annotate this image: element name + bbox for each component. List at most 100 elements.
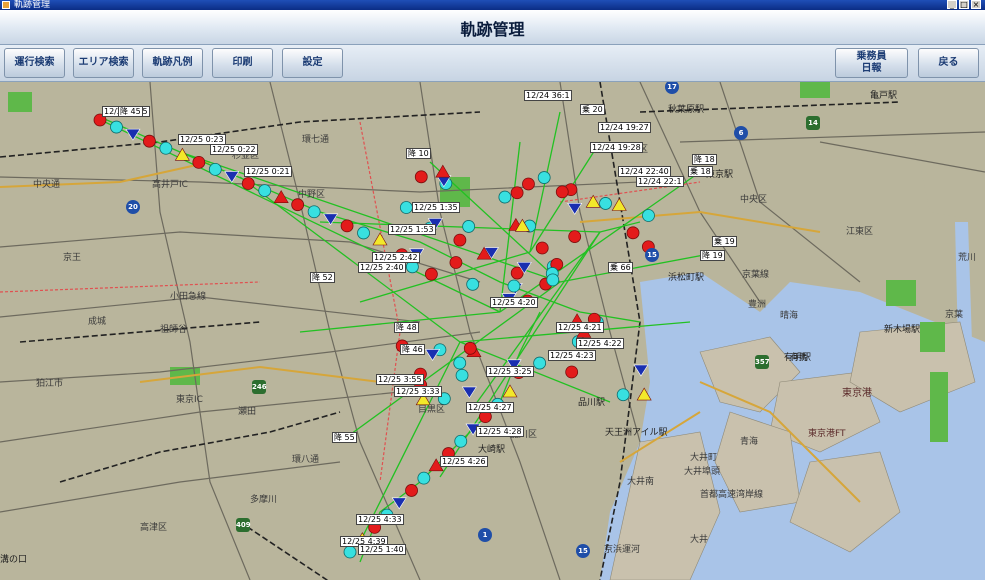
pickup-marker[interactable]	[565, 365, 579, 379]
place-label: 京王	[63, 253, 82, 263]
vehicle-tag[interactable]: 降 18	[692, 154, 717, 165]
close-button[interactable]: ×	[971, 0, 981, 9]
vehicle-tag[interactable]: 12/24 36:1	[524, 90, 572, 101]
pickup-marker[interactable]	[405, 484, 418, 497]
vehicle-tag[interactable]: 12/24 22:1	[636, 176, 684, 187]
pickup-marker[interactable]	[522, 177, 535, 191]
vehicle-tag[interactable]: 降 19	[700, 250, 725, 261]
maximize-button[interactable]: □	[959, 0, 969, 9]
driver-daily-report-label-1: 乗務員	[856, 51, 887, 62]
empty-car-marker[interactable]	[599, 197, 612, 210]
vehicle-tag[interactable]: 12/25 4:27	[466, 402, 514, 413]
pickup-marker[interactable]	[143, 134, 156, 148]
pickup-marker[interactable]	[340, 219, 354, 233]
pickup-marker[interactable]	[241, 177, 255, 190]
pickup-marker[interactable]	[568, 230, 582, 243]
vehicle-tag[interactable]: 12/25 4:33	[356, 514, 404, 525]
empty-car-marker[interactable]	[453, 356, 467, 370]
back-button[interactable]: 戻る	[918, 48, 979, 78]
settings-button[interactable]: 設定	[282, 48, 343, 78]
vehicle-tag[interactable]: 12/25 4:21	[556, 322, 604, 333]
empty-car-marker[interactable]	[357, 226, 370, 240]
vehicle-tag[interactable]: 降 52	[310, 272, 335, 283]
station-label: 溝の口	[0, 555, 28, 565]
map-canvas	[0, 82, 985, 580]
empty-car-marker[interactable]	[208, 163, 222, 176]
empty-car-marker[interactable]	[537, 171, 551, 184]
empty-car-marker[interactable]	[616, 388, 630, 402]
place-label: 京葉	[945, 310, 964, 320]
pickup-marker[interactable]	[555, 185, 569, 199]
pickup-marker[interactable]	[414, 170, 428, 184]
place-label: 目黒区	[418, 405, 446, 415]
empty-car-marker[interactable]	[642, 209, 655, 222]
vehicle-tag[interactable]: 12/25 1:53	[388, 224, 436, 235]
vehicle-tag[interactable]: 12/25 4:28	[476, 426, 524, 437]
vehicle-tag[interactable]: 乗 20	[580, 104, 605, 115]
vehicle-tag[interactable]: 降 48	[394, 322, 419, 333]
park-6	[930, 372, 948, 442]
vehicle-tag[interactable]: 乗 18	[688, 166, 713, 177]
track-legend-button[interactable]: 軌跡凡例	[142, 48, 203, 78]
empty-car-marker[interactable]	[110, 120, 123, 134]
pickup-marker[interactable]	[449, 256, 463, 269]
empty-car-marker[interactable]	[399, 201, 413, 214]
vehicle-tag[interactable]: 降 46	[400, 344, 425, 355]
empty-car-marker[interactable]	[159, 141, 173, 155]
vehicle-tag[interactable]: 12/25 1:35	[412, 202, 460, 213]
vehicle-tag[interactable]: 12/25 4:20	[490, 297, 538, 308]
print-button[interactable]: 印刷	[212, 48, 273, 78]
vehicle-tag[interactable]: 12/25 2:40	[358, 262, 406, 273]
trip-search-button[interactable]: 運行検索	[4, 48, 65, 78]
empty-car-marker[interactable]	[498, 190, 512, 204]
pickup-marker[interactable]	[626, 226, 640, 240]
track-map[interactable]: 中央通 高井戸IC 京王 成城 小田急線 祖師谷 環七通 杉並区 中野区 環八通…	[0, 82, 985, 580]
place-label: 京浜運河	[604, 545, 641, 555]
pickup-marker[interactable]	[192, 155, 206, 169]
empty-car-marker[interactable]	[466, 277, 480, 291]
vehicle-tag[interactable]: 12/25 4:23	[548, 350, 596, 361]
pickup-marker[interactable]	[463, 341, 477, 355]
empty-car-marker[interactable]	[462, 220, 476, 233]
area-search-button[interactable]: エリア検索	[73, 48, 134, 78]
vehicle-tag[interactable]: 12/24 19:27	[598, 122, 651, 133]
place-label: 高津区	[140, 523, 168, 533]
vehicle-tag[interactable]: 12/25 3:25	[486, 366, 534, 377]
place-label: 成城	[88, 317, 107, 327]
pickup-marker[interactable]	[424, 267, 438, 281]
vehicle-tag[interactable]: 12/25 3:55	[376, 374, 424, 385]
vehicle-tag[interactable]: 乗 19	[712, 236, 737, 247]
empty-car-marker[interactable]	[307, 205, 321, 219]
vehicle-tag[interactable]: 降 45	[118, 106, 143, 117]
vehicle-tag[interactable]: 12/25 4:26	[440, 456, 488, 467]
station-label: 浜松町駅	[668, 273, 705, 283]
place-label: 祖師谷	[160, 325, 188, 335]
empty-car-marker[interactable]	[258, 184, 272, 197]
vehicle-tag[interactable]: 降 10	[406, 148, 431, 159]
vehicle-tag[interactable]: 12/24 19:28	[590, 142, 643, 153]
driver-daily-report-button[interactable]: 乗務員 日報	[835, 48, 908, 78]
place-label: 首都高速湾岸線	[700, 490, 764, 500]
empty-car-marker[interactable]	[417, 471, 431, 485]
empty-car-marker[interactable]	[455, 368, 469, 382]
park-1	[8, 92, 32, 112]
pickup-marker[interactable]	[535, 241, 549, 255]
vehicle-tag[interactable]: 乗 66	[608, 262, 633, 273]
pickup-marker[interactable]	[291, 198, 305, 212]
vehicle-tag[interactable]: 12/25 3:33	[394, 386, 442, 397]
vehicle-tag[interactable]: 12/25 0:22	[210, 144, 258, 155]
vehicle-tag[interactable]: 降 55	[332, 432, 357, 443]
route-sign: 15	[576, 544, 590, 558]
vehicle-tag[interactable]: 12/25 0:21	[244, 166, 292, 177]
place-label: 京葉線	[742, 270, 770, 280]
empty-car-marker[interactable]	[343, 545, 357, 559]
empty-car-marker[interactable]	[546, 273, 560, 287]
empty-car-marker[interactable]	[533, 356, 547, 370]
minimize-button[interactable]: _	[947, 0, 957, 9]
vehicle-tag[interactable]: 12/25 4:22	[576, 338, 624, 349]
pickup-marker[interactable]	[453, 233, 467, 247]
empty-car-marker[interactable]	[507, 279, 521, 293]
vehicle-tag[interactable]: 12/25 1:40	[358, 544, 406, 555]
pickup-marker[interactable]	[510, 186, 524, 200]
empty-car-marker[interactable]	[454, 434, 468, 448]
